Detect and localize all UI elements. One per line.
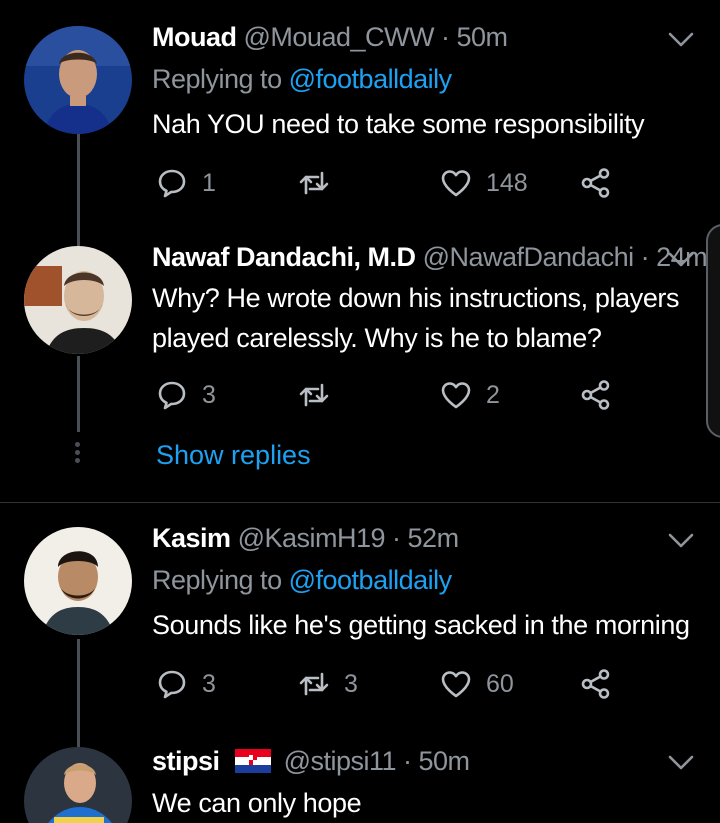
avatar[interactable]	[24, 26, 132, 134]
replying-to-label: Replying to	[152, 565, 282, 595]
show-replies-link[interactable]: Show replies	[156, 440, 311, 471]
reply-button[interactable]: 3	[156, 378, 216, 412]
reply-icon	[156, 167, 188, 199]
retweet-icon	[298, 167, 330, 199]
author-name[interactable]: Kasim	[152, 523, 231, 553]
like-icon	[440, 379, 472, 411]
tweet-time: · 50m	[403, 746, 470, 776]
chevron-down-icon[interactable]	[668, 533, 694, 549]
tweet-text: We can only hope	[152, 788, 362, 818]
avatar[interactable]	[24, 747, 132, 823]
share-icon	[580, 379, 612, 411]
retweet-icon	[298, 668, 330, 700]
thread-line	[77, 134, 80, 240]
retweet-button[interactable]	[298, 166, 344, 200]
croatia-flag-icon	[234, 748, 271, 773]
tweet-header: stipsi @stipsi11 · 50m	[152, 746, 470, 777]
tweet-actions: 3 3 60	[156, 667, 626, 701]
tweet-text: Sounds like he's getting sacked in the m…	[152, 610, 690, 640]
like-count: 148	[486, 168, 528, 197]
share-icon	[580, 167, 612, 199]
author-handle[interactable]: @KasimH19	[238, 523, 386, 553]
tweet-nawaf[interactable]: Nawaf Dandachi, M.D @NawafDandachi · 24m…	[0, 240, 720, 502]
reply-icon	[156, 668, 188, 700]
author-handle[interactable]: @stipsi11	[284, 746, 397, 776]
tweet-header: Kasim @KasimH19 · 52m	[152, 523, 459, 554]
share-button[interactable]	[580, 378, 612, 412]
tweet-kasim[interactable]: Kasim @KasimH19 · 52m Replying to @footb…	[0, 503, 720, 743]
avatar[interactable]	[24, 527, 132, 635]
retweet-button[interactable]: 3	[298, 667, 358, 701]
author-name[interactable]: stipsi	[152, 746, 220, 776]
tweet-actions: 1 148	[156, 166, 626, 200]
replying-to-label: Replying to	[152, 64, 282, 94]
thread-line	[77, 639, 80, 743]
mention-link[interactable]: @footballdaily	[289, 64, 453, 94]
tweet-header: Mouad @Mouad_CWW · 50m	[152, 22, 508, 53]
replying-to: Replying to @footballdaily	[152, 64, 452, 95]
tweet-text: Why? He wrote down his instructions, pla…	[152, 278, 692, 358]
tweet-text-line: Why? He wrote down his instructions, pla…	[152, 283, 680, 313]
retweet-icon	[298, 379, 330, 411]
author-handle[interactable]: @NawafDandachi	[423, 242, 635, 272]
more-replies-dots	[75, 442, 81, 466]
avatar[interactable]	[24, 246, 132, 354]
like-icon	[440, 167, 472, 199]
author-name[interactable]: Nawaf Dandachi, M.D	[152, 242, 416, 272]
tweet-time: · 50m	[440, 22, 508, 52]
author-name[interactable]: Mouad	[152, 22, 237, 52]
tweet-text-line: played carelessly. Why is he to blame?	[152, 323, 602, 353]
reply-button[interactable]: 3	[156, 667, 216, 701]
retweet-count: 3	[344, 669, 358, 698]
tweet-time: · 52m	[392, 523, 459, 553]
like-icon	[440, 668, 472, 700]
chevron-down-icon[interactable]	[668, 32, 694, 48]
tweet-text: Nah YOU need to take some responsibility	[152, 109, 645, 139]
chevron-down-icon[interactable]	[668, 755, 694, 771]
tweet-mouad[interactable]: Mouad @Mouad_CWW · 50m Replying to @foot…	[0, 0, 720, 240]
chevron-down-icon[interactable]	[668, 252, 694, 268]
reply-icon	[156, 379, 188, 411]
share-icon	[580, 668, 612, 700]
share-button[interactable]	[580, 667, 612, 701]
reply-count: 3	[202, 380, 216, 409]
author-handle[interactable]: @Mouad_CWW	[244, 22, 435, 52]
like-button[interactable]: 148	[440, 166, 528, 200]
retweet-button[interactable]	[298, 378, 344, 412]
reply-button[interactable]: 1	[156, 166, 216, 200]
tweet-actions: 3 2	[156, 378, 626, 412]
like-count: 60	[486, 669, 514, 698]
tweet-stipsi[interactable]: stipsi @stipsi11 · 50m We can only hope	[0, 743, 720, 823]
reply-count: 3	[202, 669, 216, 698]
like-button[interactable]: 60	[440, 667, 514, 701]
reply-count: 1	[202, 168, 216, 197]
tweet-header: Nawaf Dandachi, M.D @NawafDandachi · 24m	[152, 242, 708, 273]
replying-to: Replying to @footballdaily	[152, 565, 452, 596]
like-count: 2	[486, 380, 500, 409]
mention-link[interactable]: @footballdaily	[289, 565, 453, 595]
like-button[interactable]: 2	[440, 378, 500, 412]
thread-line	[77, 356, 80, 432]
share-button[interactable]	[580, 166, 612, 200]
